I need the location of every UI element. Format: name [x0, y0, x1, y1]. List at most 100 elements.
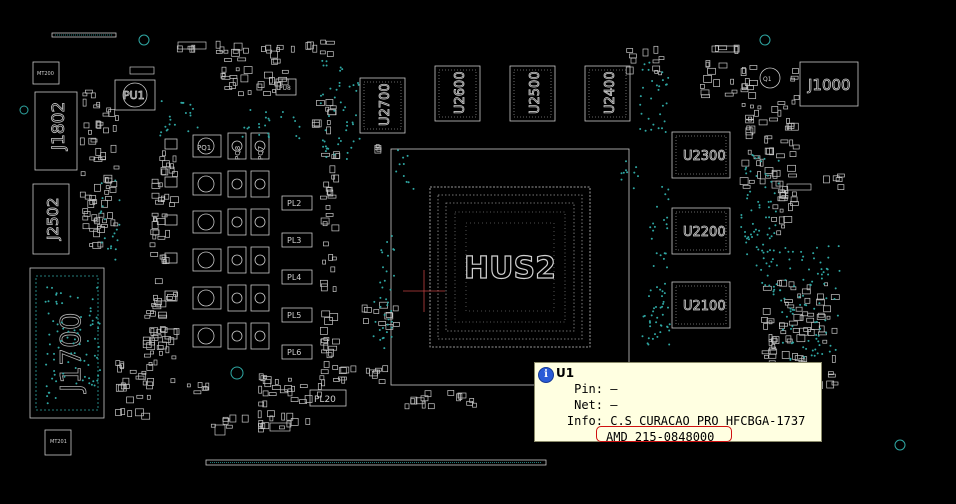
via: [662, 257, 665, 260]
vrm-part: [250, 170, 270, 198]
via: [647, 68, 650, 71]
via: [815, 334, 818, 336]
via: [357, 83, 360, 86]
via: [815, 337, 818, 340]
via: [838, 269, 841, 272]
smd-component: [158, 314, 168, 319]
smd-component: [323, 181, 330, 188]
vrm-part-ring: [254, 216, 266, 228]
via: [754, 228, 757, 231]
smd-component: [263, 91, 271, 96]
smd-component: [328, 345, 338, 351]
smd-component: [269, 77, 273, 84]
via: [655, 84, 658, 87]
smd-component: [327, 194, 337, 199]
via: [791, 325, 794, 328]
via: [97, 374, 100, 377]
tooltip-pin-row: Pin: —: [541, 381, 617, 397]
via: [160, 100, 163, 103]
via: [773, 288, 776, 291]
gpu-label: HUS2: [464, 251, 556, 286]
smd-component: [332, 365, 339, 370]
smd-component: [786, 338, 793, 344]
smd-component: [93, 229, 100, 238]
smd-component: [151, 178, 159, 184]
via: [662, 300, 665, 303]
smd-component: [792, 68, 799, 74]
smd-component: [151, 183, 161, 189]
via: [791, 312, 794, 315]
via: [639, 95, 642, 98]
via: [668, 323, 671, 326]
via: [320, 94, 322, 97]
via: [88, 382, 91, 385]
via: [385, 270, 388, 273]
via: [784, 279, 787, 282]
via: [758, 229, 761, 232]
via: [96, 356, 98, 359]
smd-component: [822, 339, 828, 344]
via: [405, 180, 408, 183]
via: [280, 116, 283, 118]
vrm-part-ring: [231, 330, 243, 342]
via: [100, 182, 103, 185]
smd-component: [243, 66, 253, 74]
smd-component: [771, 106, 779, 113]
via: [73, 329, 76, 332]
vrm-phases: [164, 132, 270, 350]
via: [834, 348, 837, 351]
smd-component: [811, 322, 820, 330]
via: [772, 249, 775, 252]
smd-component: [80, 171, 86, 177]
via: [661, 305, 664, 308]
via: [620, 178, 623, 181]
via: [653, 307, 655, 310]
via: [762, 243, 765, 246]
smd-component: [321, 379, 326, 387]
smd-component: [330, 266, 336, 273]
via: [836, 314, 839, 317]
via: [350, 146, 353, 149]
via: [761, 249, 764, 252]
smd-component: [326, 352, 333, 359]
via: [346, 124, 349, 127]
smd-component: [325, 213, 334, 217]
via: [381, 327, 384, 329]
via: [801, 259, 804, 261]
via: [101, 197, 104, 200]
via: [339, 66, 342, 69]
cursor-crosshair: [403, 270, 445, 312]
via: [324, 145, 327, 148]
smd-component: [769, 147, 774, 156]
via: [89, 310, 92, 313]
via: [73, 338, 76, 341]
via: [386, 241, 389, 243]
via: [659, 113, 662, 116]
smd-component: [88, 129, 92, 135]
vrm-mosfet-ring: [197, 289, 215, 307]
via: [325, 64, 328, 67]
via: [753, 230, 756, 233]
via: [820, 277, 823, 280]
smd-component: [707, 67, 716, 75]
smd-component: [193, 390, 202, 395]
label-box: [786, 183, 812, 191]
smd-component: [630, 57, 637, 64]
tooltip-pin-label: Pin:: [574, 382, 603, 396]
smd-component: [742, 184, 751, 189]
via: [268, 119, 271, 122]
vrm-part: [250, 246, 270, 274]
via: [658, 85, 661, 88]
via: [292, 116, 295, 119]
via: [107, 247, 109, 250]
smd-component: [777, 109, 782, 117]
via: [647, 117, 650, 120]
via: [381, 286, 384, 289]
via: [246, 127, 249, 130]
smd-component: [170, 378, 176, 384]
smd-component: [373, 309, 380, 314]
board-viewer[interactable]: HUS2 U2700 U2600 U2500 U2400 U2300 U2200…: [0, 0, 956, 504]
smd-component: [329, 105, 337, 110]
smd-component: [115, 115, 119, 121]
via: [656, 316, 659, 319]
